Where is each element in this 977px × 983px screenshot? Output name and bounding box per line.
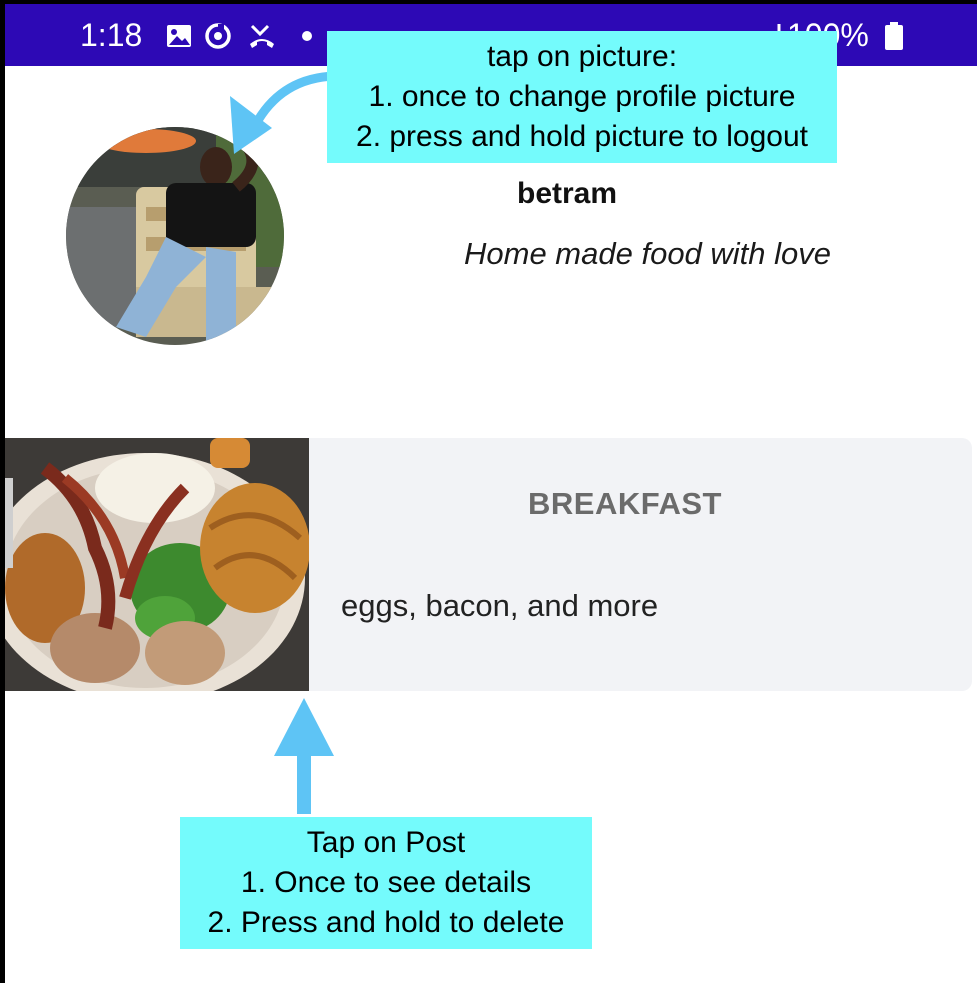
annotation-profile-picture: tap on picture: 1. once to change profil… xyxy=(327,31,837,163)
breakfast-plate-photo xyxy=(5,438,309,691)
post-card[interactable]: BREAKFAST eggs, bacon, and more xyxy=(5,438,972,691)
post-image xyxy=(5,438,309,691)
post-title: BREAKFAST xyxy=(528,486,722,521)
app-screen: 1:18 100% xyxy=(5,4,977,983)
annotation-line: 2. Press and hold to delete xyxy=(207,906,565,939)
image-icon xyxy=(167,25,191,47)
dot-icon xyxy=(302,31,312,41)
annotation-line: 2. press and hold picture to logout xyxy=(356,120,808,153)
curved-arrow-icon xyxy=(230,71,336,154)
sync-icon xyxy=(205,23,231,49)
profile-bio: Home made food with love xyxy=(464,236,832,271)
up-arrow-icon xyxy=(274,698,334,814)
annotation-line: tap on picture: xyxy=(486,40,678,73)
post-description: eggs, bacon, and more xyxy=(341,588,659,623)
annotation-line: 1. once to change profile picture xyxy=(368,80,796,113)
missed-call-icon xyxy=(250,24,274,48)
battery-icon xyxy=(885,22,903,50)
annotation-post: Tap on Post 1. Once to see details 2. Pr… xyxy=(180,817,592,949)
annotation-line: Tap on Post xyxy=(306,826,466,859)
profile-username: betram xyxy=(517,177,618,210)
annotation-line: 1. Once to see details xyxy=(240,866,532,899)
status-time: 1:18 xyxy=(80,17,143,53)
